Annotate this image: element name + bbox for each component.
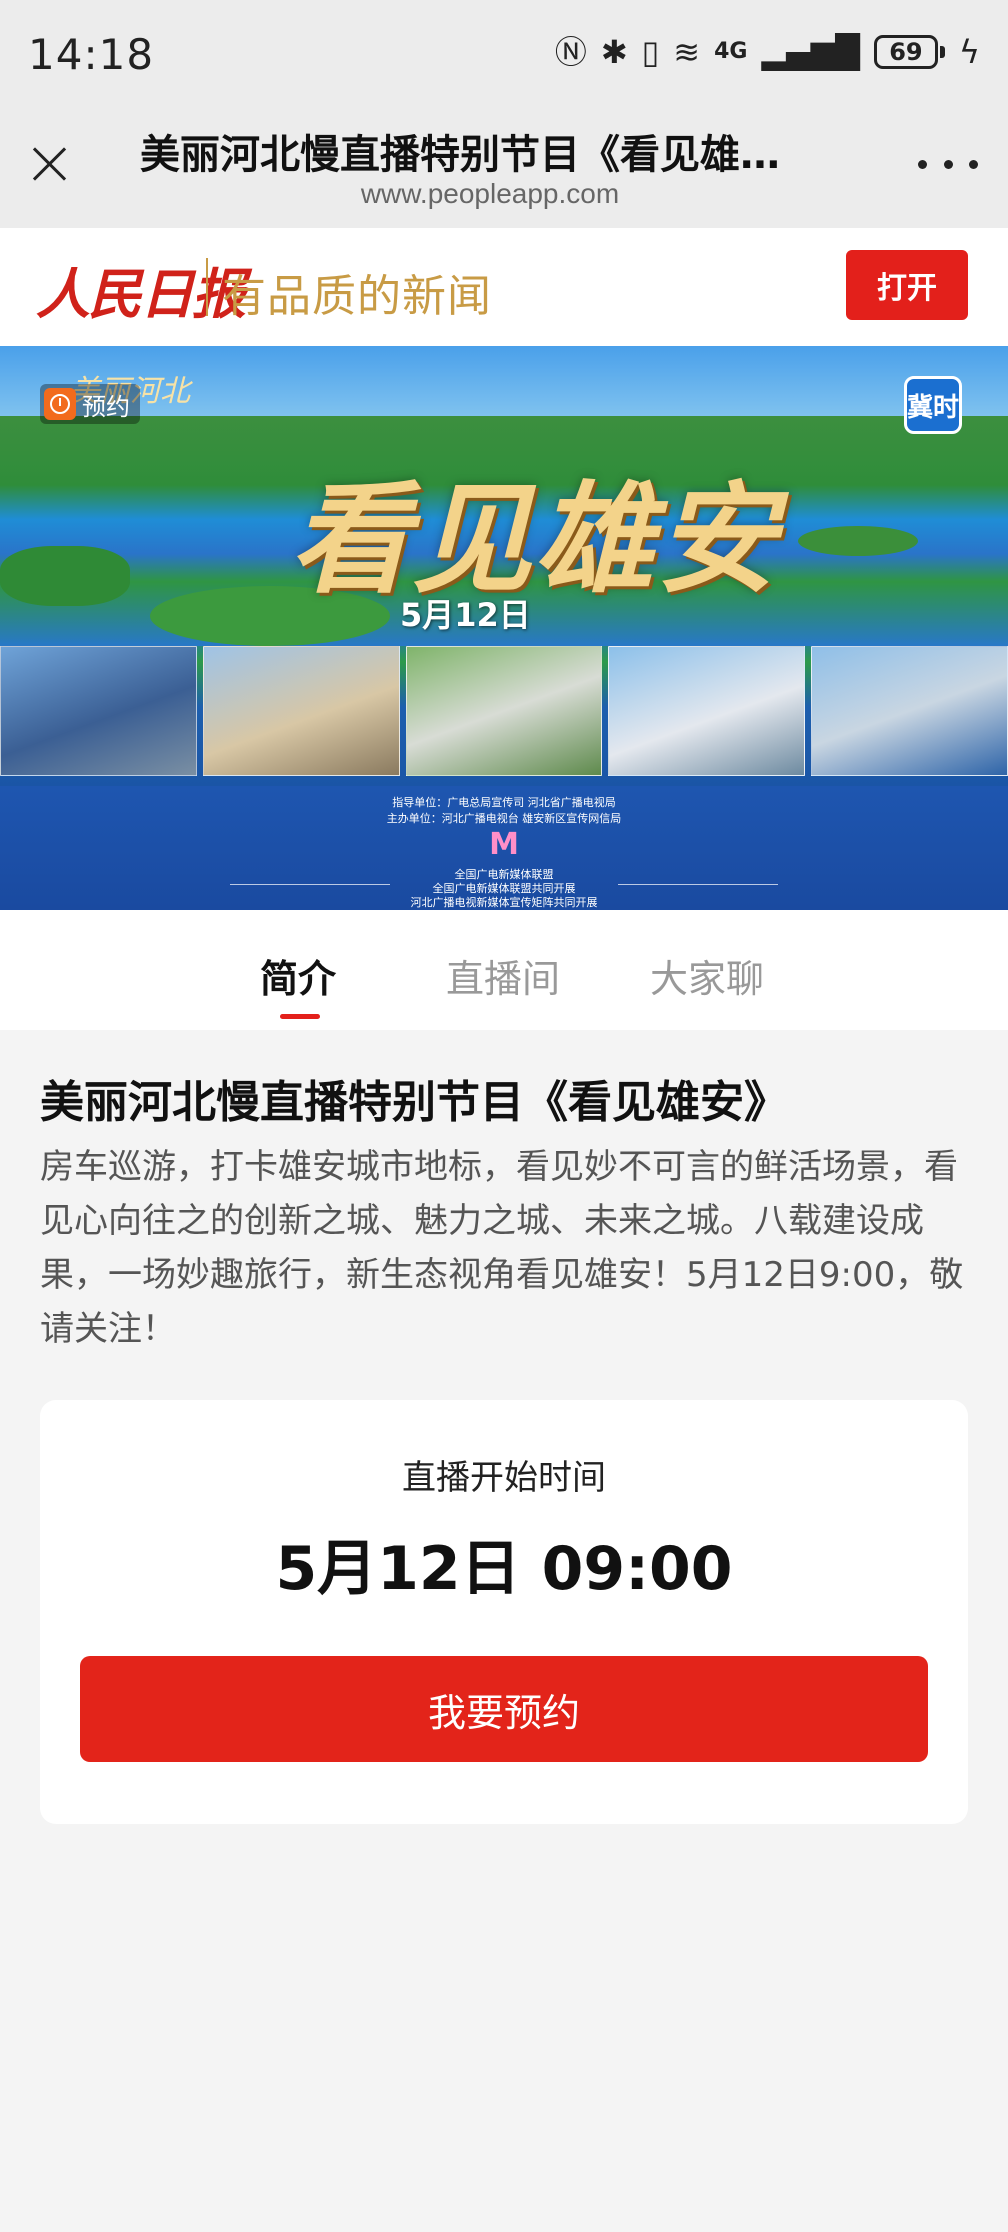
credit-host: 主办单位：河北广播电视台 雄安新区宣传网信局: [386, 812, 622, 825]
page-url: www.peopleapp.com: [360, 178, 620, 209]
city-photo: [0, 646, 197, 776]
browser-top-bar: 美丽河北慢直播特别节目《看见雄… www.peopleapp.com: [0, 110, 1008, 228]
schedule-card: 直播开始时间 5月12日 09:00 我要预约: [40, 1400, 968, 1824]
bluetooth-icon: ✱: [600, 33, 628, 71]
city-photo-strip: [0, 646, 1008, 786]
tab-live-room[interactable]: 直播间: [446, 948, 560, 1003]
intro-content: 美丽河北慢直播特别节目《看见雄安》 房车巡游，打卡雄安城市地标，看见妙不可言的鲜…: [0, 1030, 1008, 2232]
credit-guidance: 指导单位：广电总局宣传司 河北省广播电视局: [392, 796, 616, 809]
battery-icon: 69: [873, 35, 945, 69]
start-time-label: 直播开始时间: [402, 1458, 606, 1498]
page-title: 美丽河北慢直播特别节目《看见雄…: [140, 132, 780, 178]
logo-divider: [206, 258, 208, 316]
close-icon[interactable]: [26, 140, 74, 188]
reserve-badge[interactable]: 预约: [40, 384, 140, 424]
tab-chat[interactable]: 大家聊: [650, 948, 764, 1003]
reserve-badge-label: 预约: [82, 392, 130, 421]
program-title: 美丽河北慢直播特别节目《看见雄安》: [40, 1077, 788, 1128]
city-photo: [811, 646, 1008, 776]
poster-title: 看见雄安: [290, 469, 778, 610]
tab-intro[interactable]: 简介: [260, 948, 336, 1003]
status-icons: Ⓝ ✱ ▯ ≋ 4G ▂▄▆█ 69 ϟ: [555, 30, 980, 74]
peoples-daily-logo: 人民日报: [36, 262, 246, 326]
tv-station-logo: 冀时: [904, 376, 962, 434]
city-photo: [608, 646, 806, 776]
battery-level: 69: [873, 35, 938, 69]
slogan: 有品质的新闻: [222, 271, 492, 322]
start-time-value: 5月12日 09:00: [275, 1534, 733, 1604]
program-poster: 美丽河北 预约 冀时 看见雄安 5月12日 指导单位：广电总局宣传司 河北省广播…: [0, 346, 1008, 910]
vibrate-icon: ▯: [641, 33, 660, 71]
city-photo: [405, 646, 603, 776]
open-app-button[interactable]: 打开: [846, 250, 968, 320]
tab-bar: 简介 直播间 大家聊: [0, 910, 1008, 1030]
status-time: 14:18: [28, 30, 155, 79]
status-bar: 14:18 Ⓝ ✱ ▯ ≋ 4G ▂▄▆█ 69 ϟ: [0, 0, 1008, 110]
co-organizer-2: 河北广播电视新媒体宣传矩阵共同开展: [410, 896, 598, 909]
program-description: 房车巡游，打卡雄安城市地标，看见妙不可言的鲜活场景，看见心向往之的创新之城、魅力…: [40, 1147, 964, 1349]
app-download-banner: 人民日报 有品质的新闻 打开: [0, 228, 1008, 346]
clock-icon: [44, 388, 76, 420]
charging-icon: ϟ: [958, 33, 980, 71]
alliance-logo-icon: M: [489, 827, 519, 862]
wifi-icon: ≋: [673, 33, 701, 71]
cellular-signal-icon: ▂▄▆█: [761, 33, 860, 71]
more-options-icon[interactable]: [918, 144, 978, 184]
network-type-label: 4G: [714, 39, 748, 64]
poster-credits: 指导单位：广电总局宣传司 河北省广播电视局 主办单位：河北广播电视台 雄安新区宣…: [0, 786, 1008, 910]
nfc-icon: Ⓝ: [554, 33, 587, 71]
reserve-button[interactable]: 我要预约: [80, 1656, 928, 1762]
active-tab-indicator: [280, 1014, 320, 1019]
poster-date: 5月12日: [400, 596, 531, 634]
city-photo: [202, 646, 400, 776]
